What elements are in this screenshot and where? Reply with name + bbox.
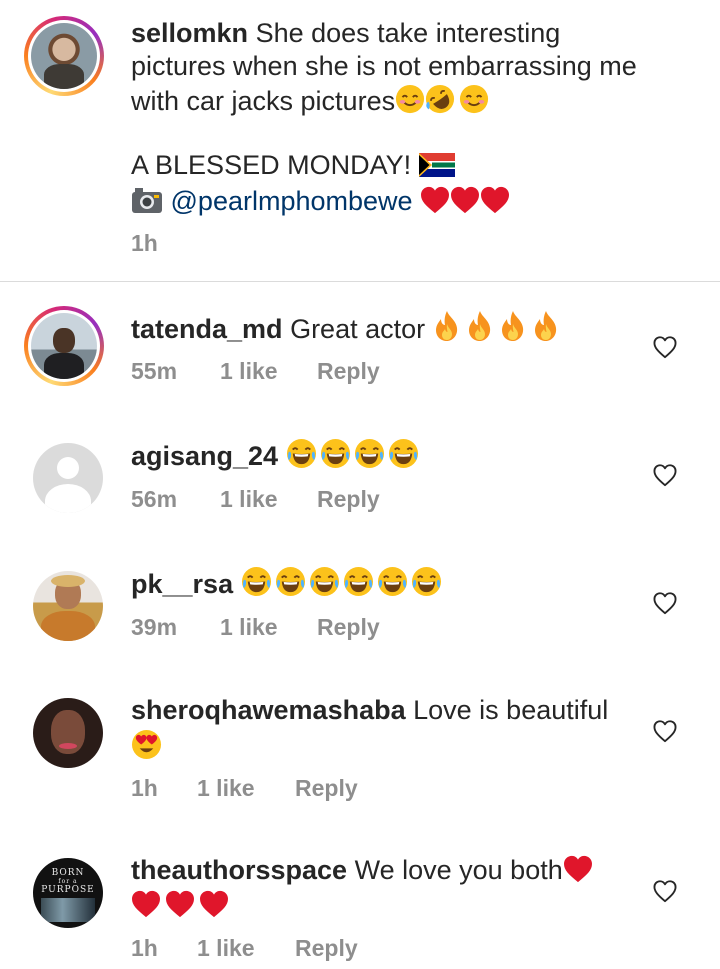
- fire-emoji: [433, 310, 461, 342]
- tears-of-joy-emoji: [320, 438, 351, 469]
- red-heart-emoji: [480, 186, 510, 214]
- caption-text-line1: She does take interesting: [255, 18, 561, 48]
- red-heart-emoji: [420, 186, 450, 214]
- smiling-face-emoji: [459, 84, 489, 114]
- commenter-avatar[interactable]: BORN for a PURPOSE: [33, 858, 103, 928]
- fire-emoji: [532, 310, 560, 342]
- smiling-face-emoji: [395, 84, 425, 114]
- comment-username[interactable]: tatenda_md: [131, 314, 283, 344]
- comment-text: Love is beautiful: [413, 695, 609, 725]
- reply-button[interactable]: Reply: [317, 614, 380, 641]
- tears-of-joy-emoji: [275, 566, 306, 597]
- comment-username[interactable]: sheroqhawemashaba: [131, 695, 406, 725]
- tears-of-joy-emoji: [411, 566, 442, 597]
- avatar-text-for-a: for a: [58, 878, 78, 885]
- reply-button[interactable]: Reply: [295, 935, 358, 962]
- comment-text: Great actor: [290, 314, 426, 344]
- red-heart-emoji: [131, 890, 161, 918]
- post-caption: sellomkn She does take interesting pictu…: [0, 0, 720, 282]
- caption-text-line2: pictures when she is not embarrassing me: [131, 51, 637, 81]
- commenter-avatar[interactable]: [24, 306, 104, 386]
- caption-author-avatar[interactable]: [24, 16, 104, 96]
- caption-time: 1h: [131, 230, 158, 256]
- tears-of-joy-emoji: [377, 566, 408, 597]
- tears-of-joy-emoji: [286, 438, 317, 469]
- reply-button[interactable]: Reply: [317, 486, 380, 513]
- fire-emoji: [499, 310, 527, 342]
- red-heart-emoji: [165, 890, 195, 918]
- comment-username[interactable]: theauthorsspace: [131, 855, 347, 885]
- comment-time: 56m: [131, 486, 178, 512]
- tears-of-joy-emoji: [241, 566, 272, 597]
- camera-icon: [132, 188, 162, 213]
- comment-time: 1h: [131, 775, 158, 801]
- tears-of-joy-emoji: [354, 438, 385, 469]
- comment-username[interactable]: pk__rsa: [131, 569, 233, 599]
- red-heart-emoji: [199, 890, 229, 918]
- commenter-avatar[interactable]: [33, 698, 103, 768]
- tears-of-joy-emoji: [309, 566, 340, 597]
- heart-outline-icon[interactable]: [652, 462, 678, 488]
- fire-emoji: [466, 310, 494, 342]
- comment-likes[interactable]: 1 like: [220, 614, 278, 641]
- heart-eyes-emoji: [131, 729, 162, 760]
- comment-likes[interactable]: 1 like: [197, 775, 255, 802]
- commenter-avatar[interactable]: [33, 571, 103, 641]
- tears-of-joy-emoji: [343, 566, 374, 597]
- comment-likes[interactable]: 1 like: [197, 935, 255, 962]
- comment-time: 55m: [131, 358, 178, 384]
- red-heart-emoji: [450, 186, 480, 214]
- mention-link[interactable]: @pearlmphombewe: [171, 186, 413, 216]
- south-africa-flag-icon: [418, 153, 455, 177]
- heart-outline-icon[interactable]: [652, 878, 678, 904]
- reply-button[interactable]: Reply: [295, 775, 358, 802]
- heart-outline-icon[interactable]: [652, 334, 678, 360]
- comment-time: 1h: [131, 935, 158, 961]
- comment-time: 39m: [131, 614, 178, 640]
- caption-username[interactable]: sellomkn: [131, 18, 248, 48]
- heart-outline-icon[interactable]: [652, 590, 678, 616]
- red-heart-emoji: [563, 855, 593, 883]
- commenter-avatar[interactable]: [33, 443, 103, 513]
- avatar-text-born: BORN: [51, 868, 85, 878]
- caption-text-line4: A BLESSED MONDAY!: [131, 150, 412, 180]
- avatar-text-purpose: PURPOSE: [41, 885, 95, 895]
- comment-likes[interactable]: 1 like: [220, 486, 278, 513]
- comment-text: We love you both: [354, 855, 563, 885]
- comment-username[interactable]: agisang_24: [131, 441, 278, 471]
- reply-button[interactable]: Reply: [317, 358, 380, 385]
- caption-text-line3: with car jacks pictures: [131, 86, 396, 116]
- rolling-laughing-emoji: [425, 84, 455, 114]
- comment-likes[interactable]: 1 like: [220, 358, 278, 385]
- tears-of-joy-emoji: [388, 438, 419, 469]
- heart-outline-icon[interactable]: [652, 718, 678, 744]
